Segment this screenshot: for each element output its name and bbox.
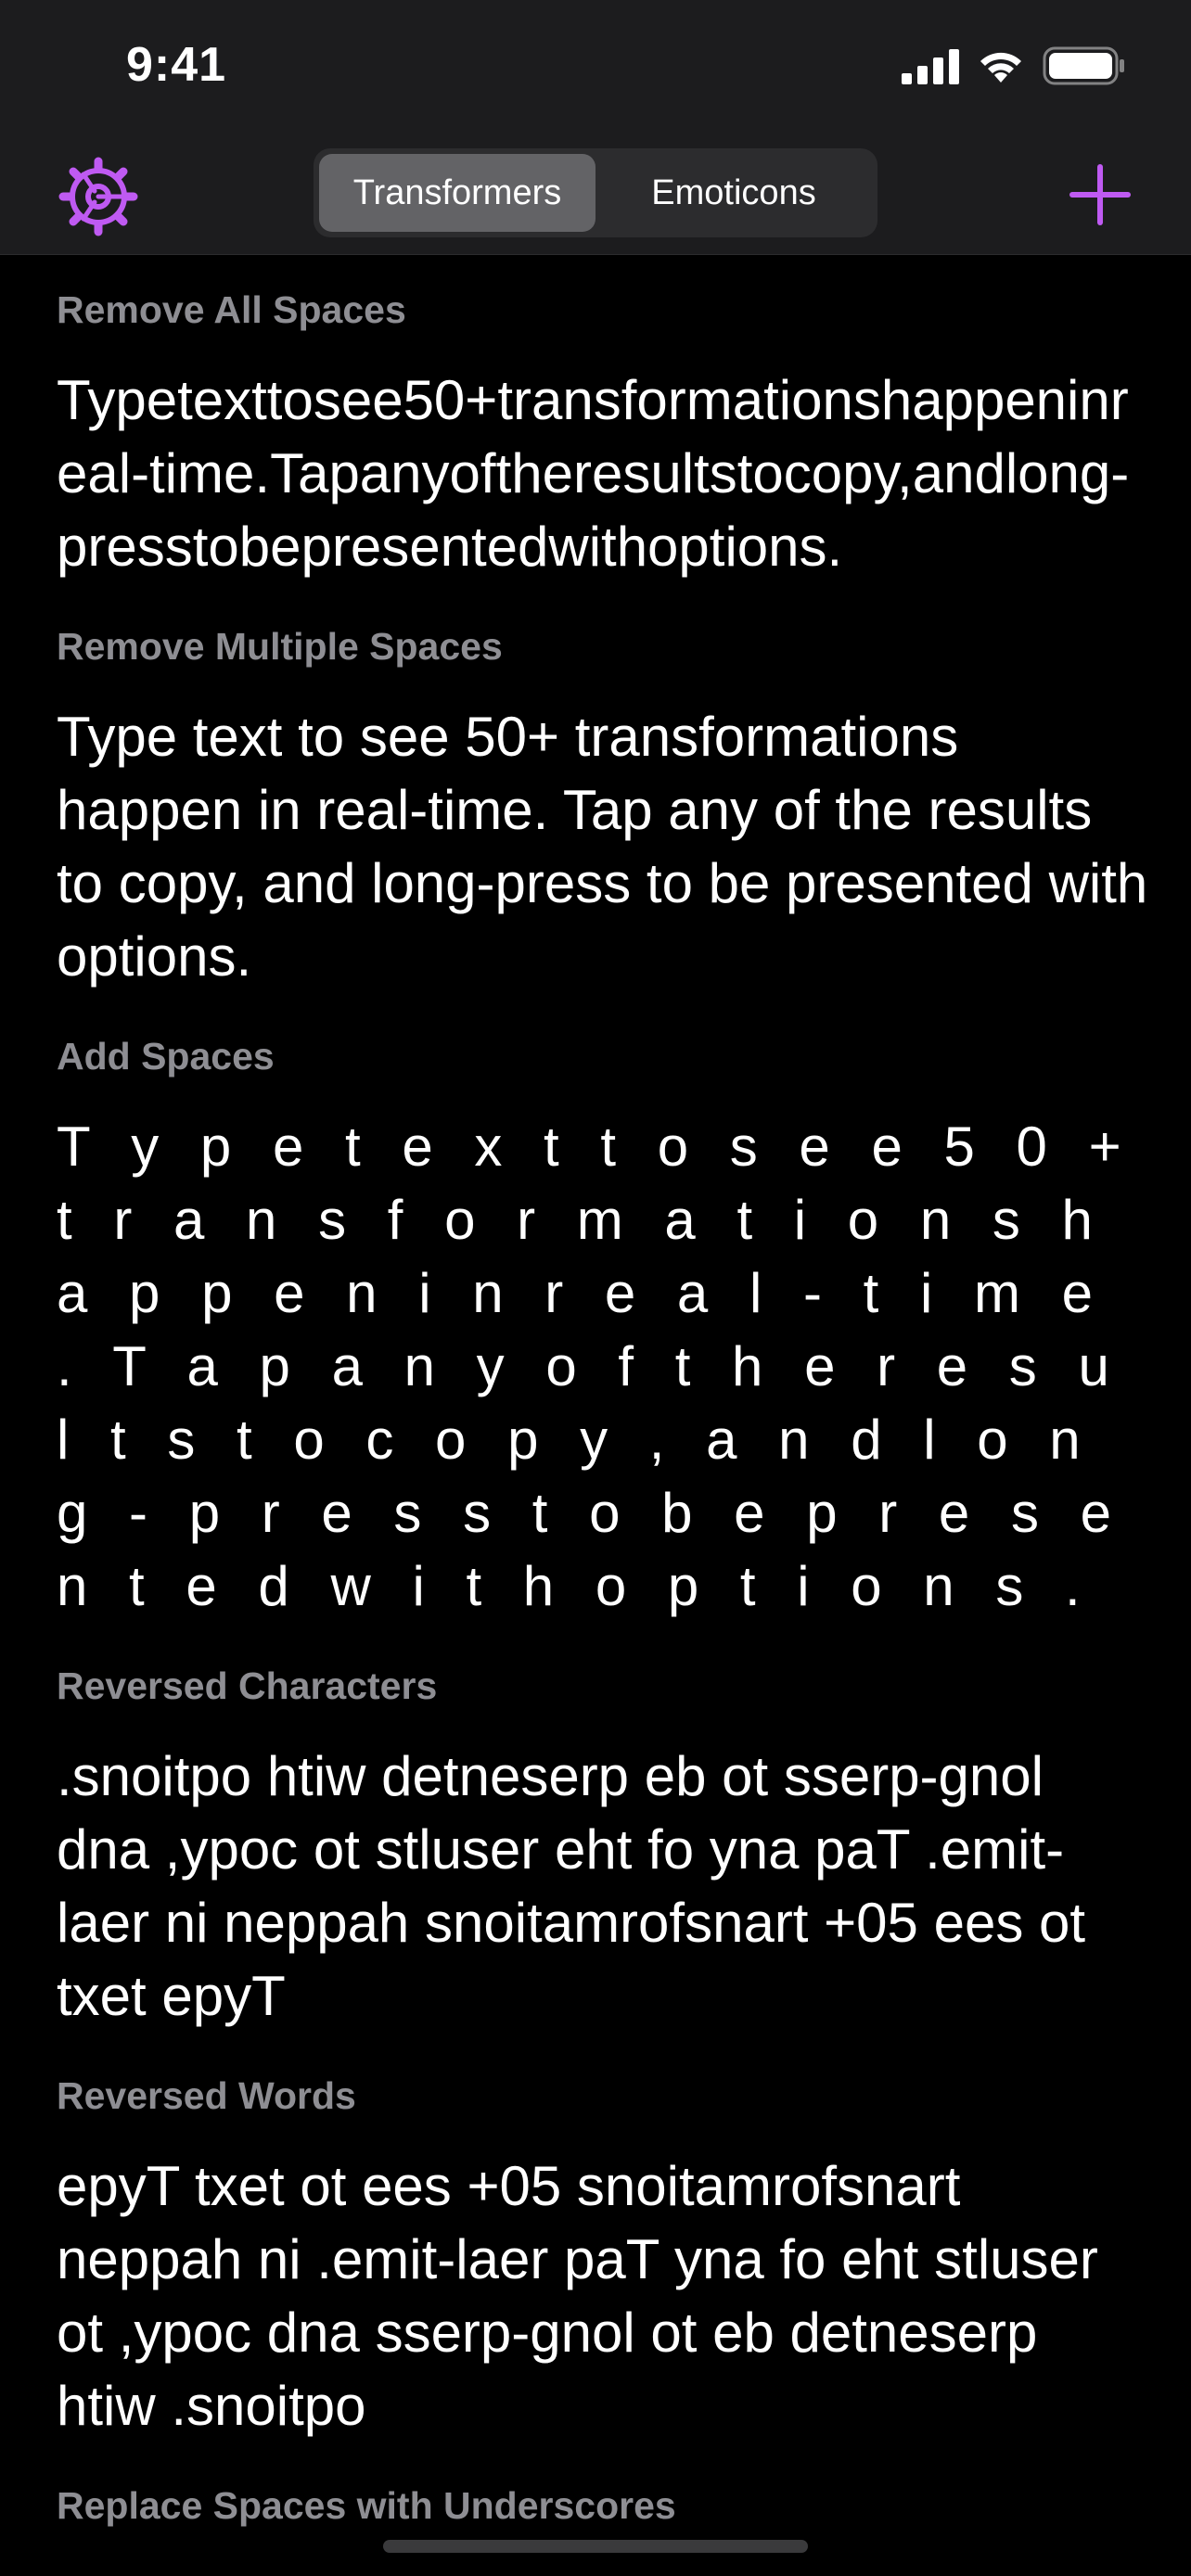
cellular-signal-icon: [902, 49, 959, 84]
add-button[interactable]: [1063, 158, 1137, 232]
section-result-text: Type text to see 50+ transformations hap…: [57, 706, 1148, 988]
section-result-text: Typetexttosee50+transformationshappeninr…: [57, 369, 1130, 578]
list-item[interactable]: Remove Multiple Spaces Type text to see …: [57, 624, 1151, 993]
list-item[interactable]: Remove All Spaces Typetexttosee50+transf…: [57, 287, 1151, 583]
section-label: Reversed Characters: [57, 1664, 438, 1707]
wifi-icon: [980, 52, 1021, 83]
list-item[interactable]: Reversed Words epyT txet ot ees +05 snoi…: [57, 2073, 1151, 2442]
home-indicator[interactable]: [383, 2540, 808, 2553]
mode-segmented-control: Transformers Emoticons: [314, 148, 877, 237]
tab-transformers[interactable]: Transformers: [319, 154, 596, 232]
list-item[interactable]: Replace Spaces with Underscores: [57, 2483, 1151, 2528]
navigation-bar: Transformers Emoticons: [0, 139, 1191, 255]
list-item[interactable]: Add Spaces T y p e t e x t t o s e e 5 0…: [57, 1034, 1151, 1623]
settings-button[interactable]: [58, 156, 139, 237]
gear-icon: [58, 157, 138, 236]
section-label: Remove Multiple Spaces: [57, 625, 503, 668]
section-label: Replace Spaces with Underscores: [57, 2484, 676, 2527]
section-result-text: .snoitpo htiw detneserp eb ot sserp-gnol…: [57, 1745, 1086, 2027]
battery-icon: [1043, 46, 1124, 85]
section-label: Add Spaces: [57, 1035, 275, 1078]
section-result-text: epyT txet ot ees +05 snoitamrofsnart nep…: [57, 2155, 1098, 2437]
section-result-text: T y p e t e x t t o s e e 5 0 + t r a n …: [57, 1116, 1134, 1617]
transformations-list: Remove All Spaces Typetexttosee50+transf…: [57, 254, 1151, 2559]
status-bar: 9:41: [0, 0, 1191, 139]
list-item[interactable]: Reversed Characters .snoitpo htiw detnes…: [57, 1664, 1151, 2033]
plus-icon: [1069, 164, 1131, 225]
tab-emoticons[interactable]: Emoticons: [596, 154, 872, 232]
status-icons: [902, 46, 1126, 85]
section-label: Reversed Words: [57, 2074, 356, 2117]
status-time: 9:41: [126, 38, 227, 92]
section-label: Remove All Spaces: [57, 288, 406, 331]
